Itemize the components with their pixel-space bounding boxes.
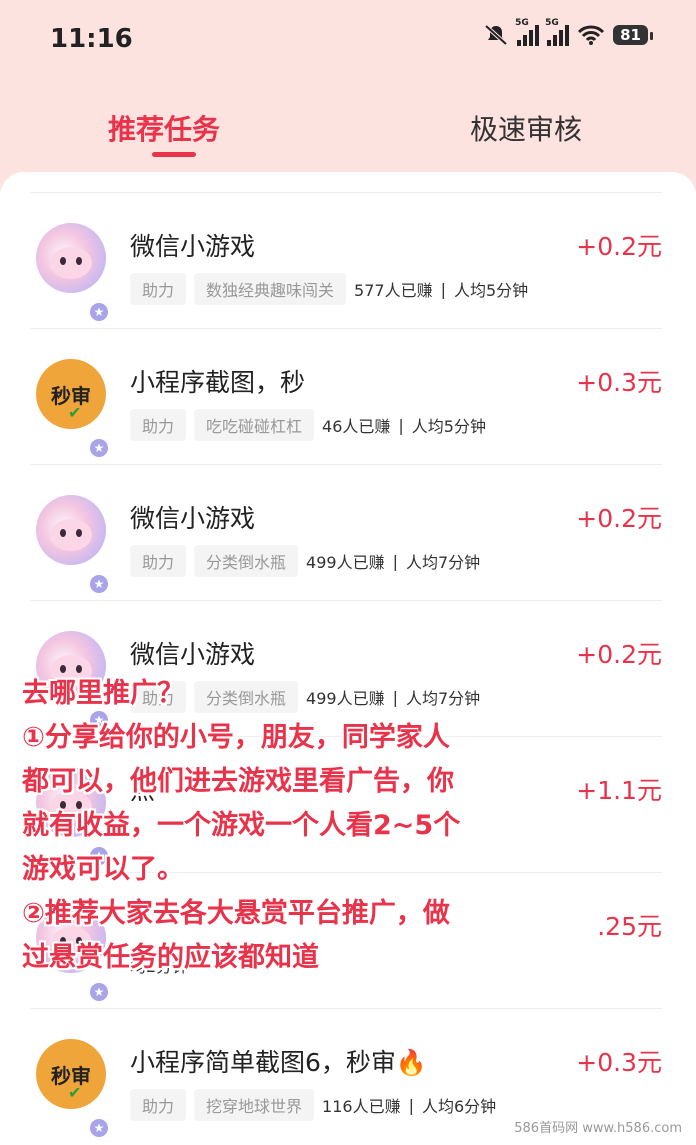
meta-divider: | <box>392 551 398 571</box>
task-earned-count: 577人已赚 <box>354 281 433 300</box>
signal-icon: 5G <box>515 18 540 46</box>
task-tag: 助力 <box>130 409 187 441</box>
task-game-tag: 挖穿地球世界 <box>194 1089 315 1121</box>
watermark: 586首码网 www.h586.com <box>510 1116 686 1137</box>
tab-bar: 推荐任务 极速审核 <box>0 100 696 170</box>
task-reward: +0.3元 <box>576 1048 662 1077</box>
overlay-line: ①分享给你的小号，朋友，同学家人 <box>22 722 450 753</box>
task-game-tag: 吃吃碰碰杠杠 <box>194 409 315 441</box>
tab-indicator <box>152 152 196 157</box>
meta-divider: | <box>440 279 446 299</box>
task-title: 微信小游戏 <box>130 232 256 261</box>
task-meta: 助力 吃吃碰碰杠杠 46人已赚 | 人均5分钟 <box>130 409 486 441</box>
miaoshen-avatar: 秒审 ✔ ★ <box>36 1039 110 1139</box>
task-reward: +0.2元 <box>576 640 662 669</box>
task-title: 微信小游戏 <box>130 640 256 669</box>
overlay-line: 就有收益，一个游戏一个人看2~5个 <box>22 810 461 841</box>
overlay-line: 过悬赏任务的应该都知道 <box>22 942 319 973</box>
task-row[interactable]: ★ 微信小游戏 +0.2元助力 分类倒水瓶 499人已赚 | 人均7分钟 <box>30 464 662 600</box>
task-row[interactable]: ★ 微信小游戏 +0.2元助力 数独经典趣味闯关 577人已赚 | 人均5分钟 <box>30 192 662 328</box>
task-earned-count: 499人已赚 <box>306 553 385 572</box>
star-badge-icon: ★ <box>88 437 110 459</box>
miaoshen-avatar: 秒审 ✔ ★ <box>36 359 110 459</box>
overlay-line: 去哪里推广？ <box>22 678 184 709</box>
task-avg-time: 人均6分钟 <box>421 1097 497 1116</box>
overlay-line: ②推荐大家去各大悬赏平台推广，做 <box>22 898 450 929</box>
tab-recommended[interactable]: 推荐任务 <box>108 108 220 148</box>
task-game-tag: 分类倒水瓶 <box>194 545 299 577</box>
status-icons: 5G 5G 81 <box>483 18 653 46</box>
task-tag: 助力 <box>130 545 187 577</box>
meta-divider: | <box>398 415 404 435</box>
tab-fast-review[interactable]: 极速审核 <box>470 108 582 148</box>
game-avatar: ★ <box>36 495 110 595</box>
mascot-face-icon <box>50 519 92 551</box>
task-reward: +0.2元 <box>576 232 662 261</box>
task-title: 小程序简单截图6，秒审🔥 <box>130 1048 428 1077</box>
task-reward: +0.3元 <box>576 368 662 397</box>
star-badge-icon: ★ <box>88 981 110 1003</box>
meta-divider: | <box>408 1095 414 1115</box>
status-bar: 11:16 5G 5G 81 <box>0 0 696 80</box>
signal-icon: 5G <box>545 18 570 46</box>
promo-overlay-text: 去哪里推广？ ①分享给你的小号，朋友，同学家人 都可以，他们进去游戏里看广告，你… <box>22 672 662 980</box>
task-meta: 助力 数独经典趣味闯关 577人已赚 | 人均5分钟 <box>130 273 528 305</box>
task-list: ★ 微信小游戏 +0.2元 助力 数独经典趣味闯关 577人已赚 | 人均5分钟 秒审 ✔ ★ 小程序… <box>30 192 662 1144</box>
task-avg-time: 人均5分钟 <box>453 281 529 300</box>
check-icon: ✔ <box>68 403 82 422</box>
star-badge-icon: ★ <box>88 1117 110 1139</box>
task-earned-count: 46人已赚 <box>322 417 391 436</box>
task-meta: 助力 分类倒水瓶 499人已赚 | 人均7分钟 <box>130 545 480 577</box>
mascot-face-icon <box>50 247 92 279</box>
star-badge-icon: ★ <box>88 573 110 595</box>
battery-icon: 81 <box>613 25 653 45</box>
task-reward: +0.2元 <box>576 504 662 533</box>
task-game-tag: 数独经典趣味闯关 <box>194 273 347 305</box>
check-icon: ✔ <box>68 1083 82 1102</box>
task-avg-time: 人均7分钟 <box>405 553 481 572</box>
overlay-line: 游戏可以了。 <box>22 854 184 885</box>
game-avatar: ★ <box>36 223 110 323</box>
status-time: 11:16 <box>50 24 133 54</box>
mute-bell-icon <box>484 24 508 46</box>
task-earned-count: 116人已赚 <box>322 1097 401 1116</box>
task-tag: 助力 <box>130 273 187 305</box>
task-row[interactable]: 秒审 ✔ ★ 小程序截图，秒 +0.3元 助力 吃吃碰碰杠杠 46人已赚 | 人均5分钟 <box>30 328 662 464</box>
task-title: 小程序截图，秒 <box>130 368 306 397</box>
overlay-line: 都可以，他们进去游戏里看广告，你 <box>22 766 454 797</box>
task-meta: 助力 挖穿地球世界 116人已赚 | 人均6分钟 <box>130 1089 496 1121</box>
task-title: 微信小游戏 <box>130 504 256 533</box>
task-avg-time: 人均5分钟 <box>411 417 486 436</box>
task-panel: ★ 微信小游戏 +0.2元 助力 数独经典趣味闯关 577人已赚 | 人均5分钟 秒审 ✔ ★ 小程序… <box>0 172 696 1145</box>
task-tag: 助力 <box>130 1089 187 1121</box>
star-badge-icon: ★ <box>88 301 110 323</box>
wifi-icon <box>578 25 605 45</box>
